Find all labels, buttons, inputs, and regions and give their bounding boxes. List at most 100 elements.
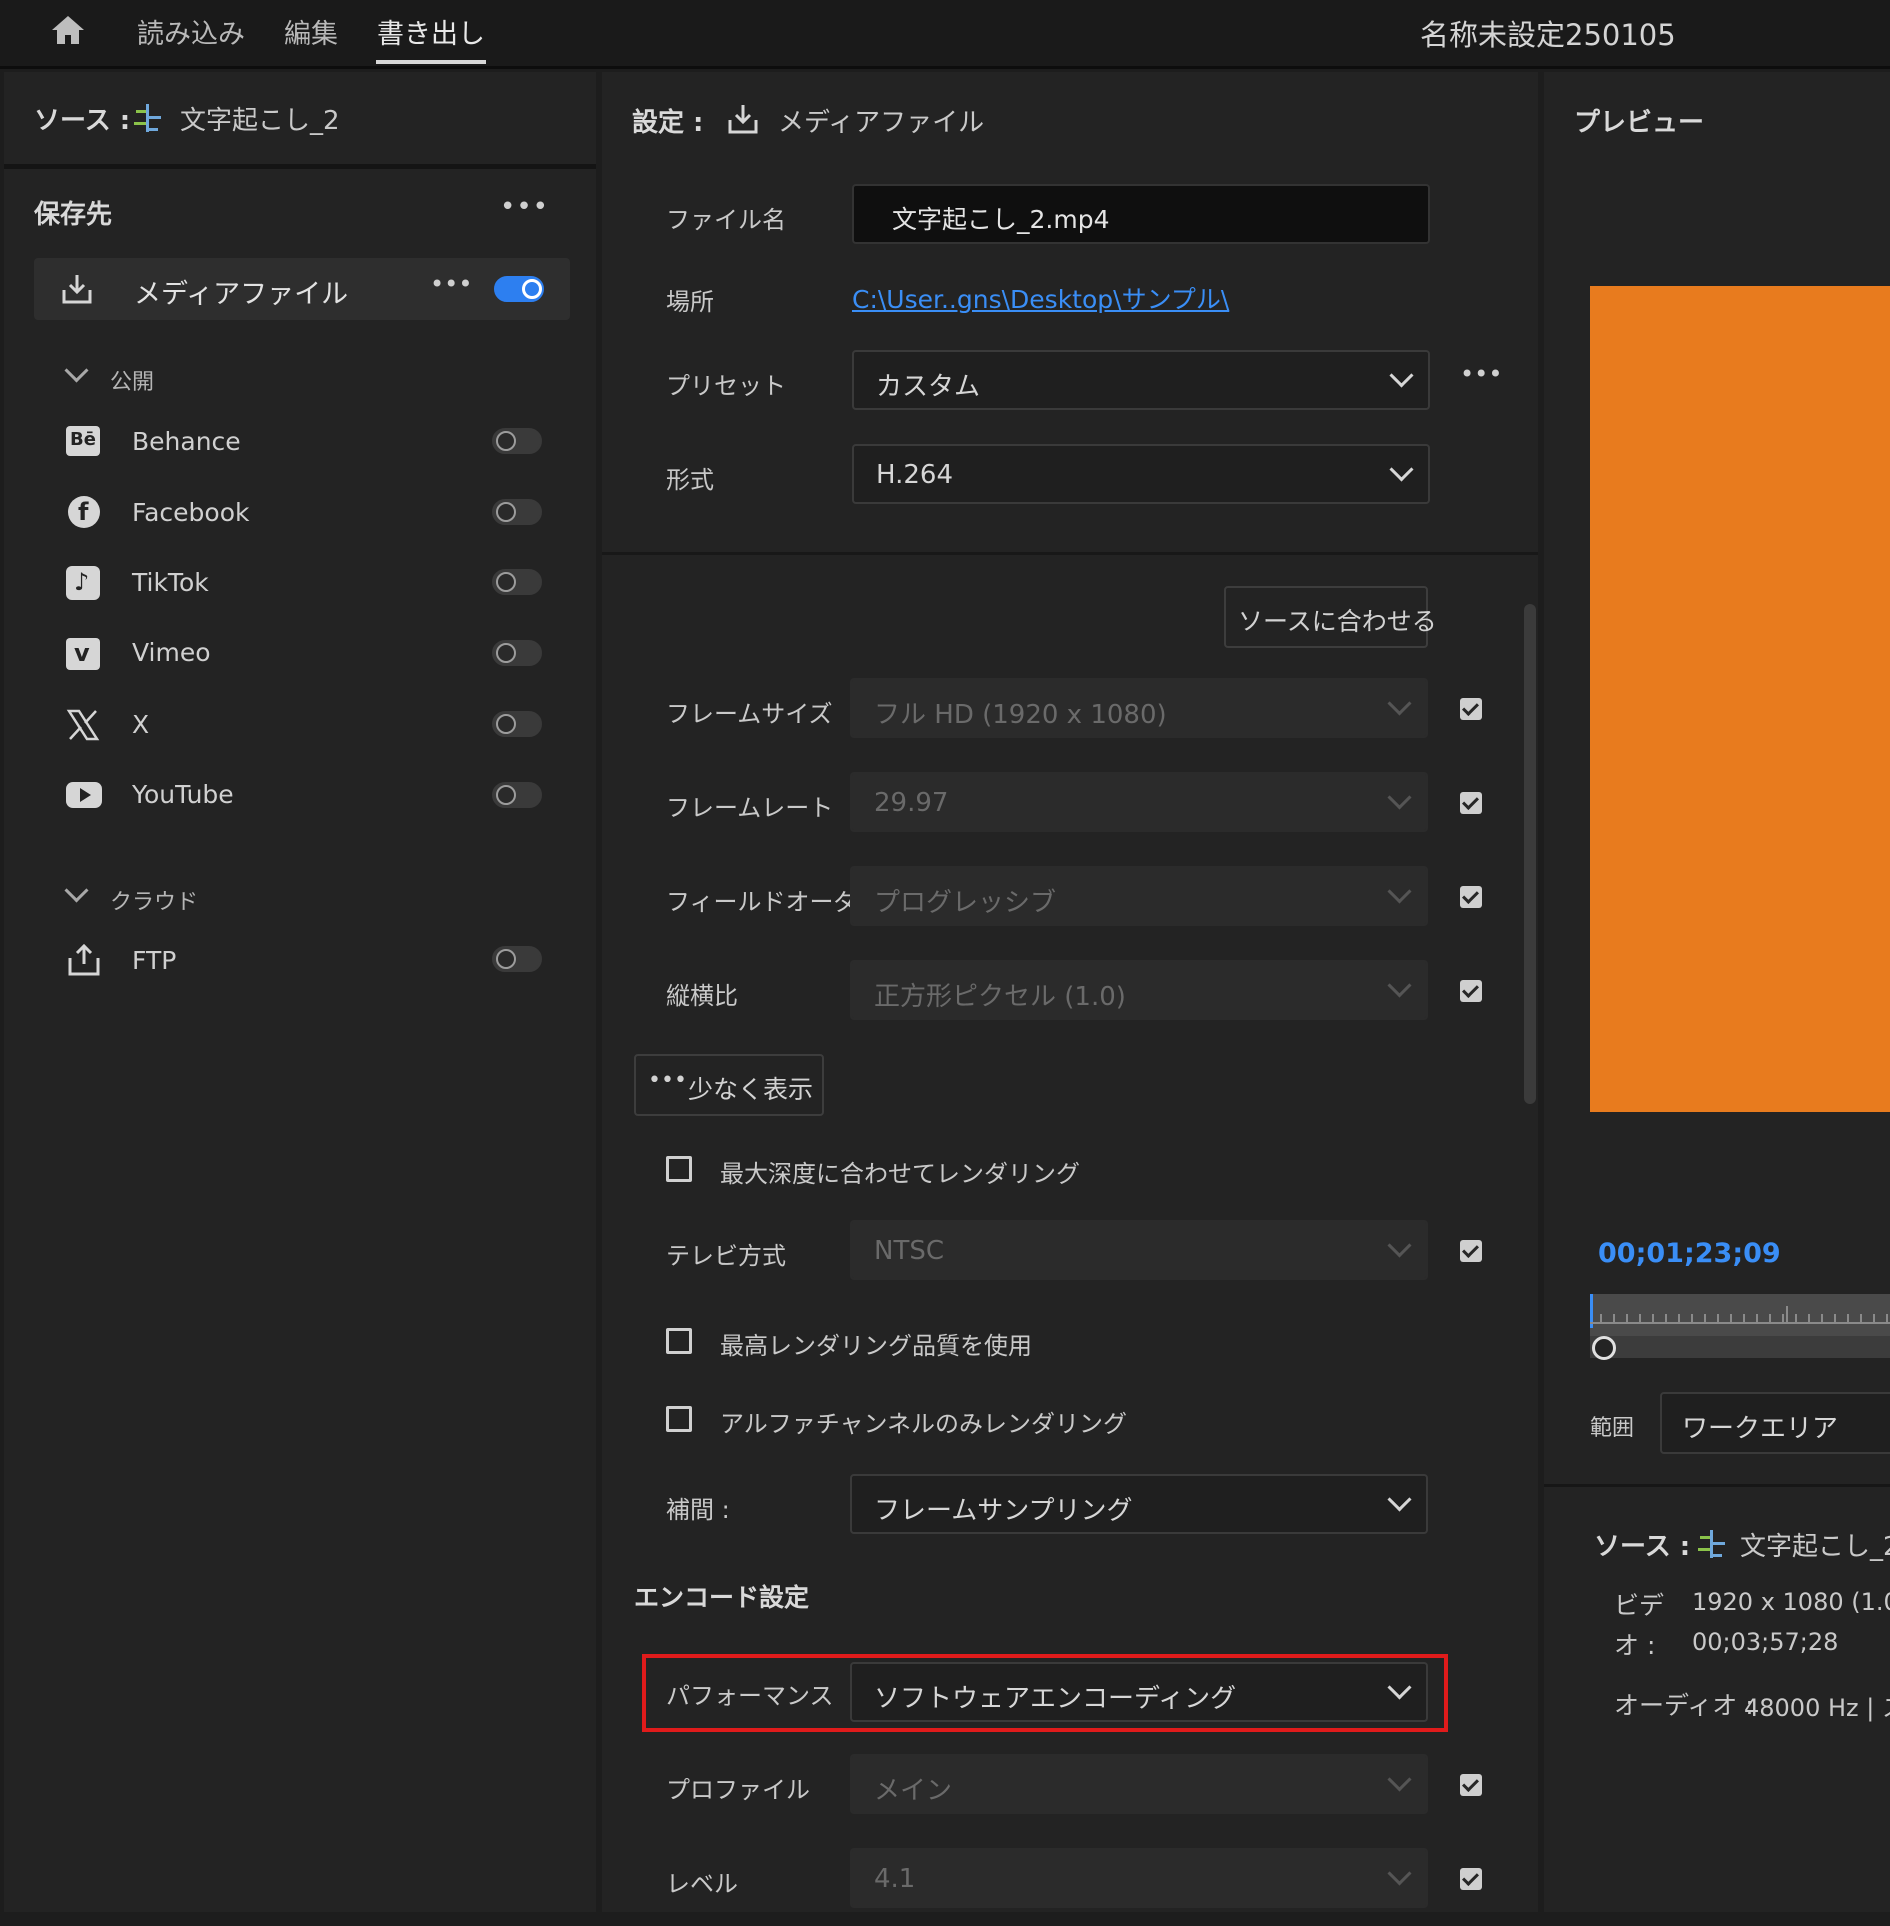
publish-item-facebook: Facebook [132,498,250,527]
video-info-resolution: 1920 x 1080 (1.0) | 2 [1692,1588,1890,1616]
chevron-down-icon[interactable] [64,878,89,903]
filename-value: 文字起こし_2.mp4 [892,205,1110,234]
download-icon [728,105,758,134]
x-toggle[interactable] [492,711,542,737]
media-file-more-icon[interactable]: ••• [430,270,472,298]
chevron-down-icon [1389,457,1414,482]
youtube-icon [66,782,102,808]
cloud-item-ftp: FTP [132,946,177,975]
media-file-label: メディアファイル [134,279,349,310]
filename-label: ファイル名 [666,206,786,234]
audio-info: 48000 Hz | ス [1744,1694,1890,1722]
range-dropdown[interactable]: ワークエリア [1660,1392,1890,1454]
behance-toggle[interactable] [492,428,542,454]
chevron-down-icon [1387,1675,1412,1700]
preset-value: カスタム [876,372,981,402]
youtube-toggle[interactable] [492,782,542,808]
tiktok-toggle[interactable] [492,569,542,595]
range-label: 範囲 [1590,1416,1635,1441]
publish-item-behance: Behance [132,427,241,456]
publish-item-vimeo: Vimeo [132,638,211,667]
performance-label: パフォーマンス [666,1682,834,1710]
frame-size-checkbox[interactable] [1460,698,1482,720]
facebook-icon: f [68,496,100,528]
preset-more-icon[interactable]: ••• [1460,360,1502,388]
frame-rate-dropdown[interactable]: 29.97 [850,772,1428,832]
location-link[interactable]: C:\User..gns\Desktop\サンプル\ [852,280,1229,316]
scrollbar[interactable] [1524,604,1536,1104]
settings-target: メディアファイル [778,108,985,138]
aspect-checkbox[interactable] [1460,980,1482,1002]
project-title: 名称未設定250105 [1420,18,1676,52]
alpha-only-checkbox[interactable] [666,1406,692,1432]
format-value: H.264 [876,460,953,490]
preview-panel: プレビュー 00;01;23;09 範囲 ワークエリア ソース : 文字起こし_… [1544,72,1890,1912]
video-info-duration: 00;03;57;28 [1692,1628,1839,1656]
frame-rate-checkbox[interactable] [1460,792,1482,814]
media-file-row[interactable]: メディアファイル ••• [34,258,570,320]
home-icon[interactable] [50,14,86,46]
vimeo-toggle[interactable] [492,640,542,666]
aspect-value: 正方形ピクセル (1.0) [874,982,1126,1012]
aspect-label: 縦横比 [666,982,738,1010]
field-order-dropdown[interactable]: プログレッシブ [850,866,1428,926]
match-source-button[interactable]: ソースに合わせる [1224,586,1437,648]
filename-input[interactable]: 文字起こし_2.mp4 [852,184,1430,244]
behance-icon: Bē [66,426,100,456]
transcript-icon [1698,1530,1725,1558]
chevron-down-icon [1387,691,1412,716]
vimeo-icon: v [66,638,100,670]
preview-source-name: 文字起こし_2 [1740,1532,1890,1562]
chevron-down-icon[interactable] [64,358,89,383]
tv-standard-dropdown[interactable]: NTSC [850,1220,1428,1280]
encode-settings-title: エンコード設定 [634,1583,810,1612]
range-value: ワークエリア [1682,1414,1839,1444]
profile-checkbox[interactable] [1460,1774,1482,1796]
show-less-label: 少なく表示 [688,1075,814,1104]
more-icon[interactable]: ••• [500,192,549,222]
tab-export[interactable]: 書き出し [377,12,485,51]
max-render-quality-label: 最高レンダリング品質を使用 [720,1332,1032,1360]
tab-import[interactable]: 読み込み [137,12,245,51]
level-dropdown[interactable]: 4.1 [850,1848,1428,1908]
aspect-dropdown[interactable]: 正方形ピクセル (1.0) [850,960,1428,1020]
upload-icon [68,943,100,976]
preset-label: プリセット [666,372,786,400]
show-less-button[interactable]: ••• 少なく表示 [634,1054,824,1116]
interp-dropdown[interactable]: フレームサンプリング [850,1474,1428,1534]
top-bar: 読み込み 編集 書き出し 名称未設定250105 [0,0,1890,69]
frame-rate-value: 29.97 [874,788,949,818]
timecode[interactable]: 00;01;23;09 [1598,1238,1781,1269]
source-label: ソース : [34,106,131,136]
ftp-toggle[interactable] [492,946,542,972]
download-icon [62,275,92,304]
chevron-down-icon [1389,363,1414,388]
performance-dropdown[interactable]: ソフトウェアエンコーディング [850,1662,1428,1722]
chevron-down-icon [1387,1233,1412,1258]
settings-panel: 設定 : メディアファイル ファイル名 文字起こし_2.mp4 場所 C:\Us… [602,72,1538,1912]
interp-label: 補間 : [666,1496,730,1524]
profile-dropdown[interactable]: メイン [850,1754,1428,1814]
timeline-ruler[interactable] [1590,1294,1890,1336]
playhead-handle[interactable] [1592,1336,1616,1360]
tv-standard-checkbox[interactable] [1460,1240,1482,1262]
level-checkbox[interactable] [1460,1868,1482,1890]
location-label: 場所 [666,288,714,316]
max-render-quality-checkbox[interactable] [666,1328,692,1354]
tab-edit[interactable]: 編集 [284,12,338,51]
video-label-line1: ビデ [1614,1591,1665,1620]
field-order-checkbox[interactable] [1460,886,1482,908]
preset-dropdown[interactable]: カスタム [852,350,1430,410]
divider [4,164,596,169]
frame-size-dropdown[interactable]: フル HD (1920 x 1080) [850,678,1428,738]
cloud-section-label: クラウド [110,890,199,915]
scrubber-track[interactable] [1590,1336,1890,1358]
destinations-panel: ソース : 文字起こし_2 保存先 ••• メディアファイル ••• 公開 Bē… [4,72,596,1912]
media-file-toggle[interactable] [494,276,544,302]
field-order-value: プログレッシブ [874,888,1057,918]
settings-label: 設定 : [632,108,704,138]
render-max-depth-checkbox[interactable] [666,1156,692,1182]
active-tab-indicator [376,60,486,64]
facebook-toggle[interactable] [492,499,542,525]
format-dropdown[interactable]: H.264 [852,444,1430,504]
